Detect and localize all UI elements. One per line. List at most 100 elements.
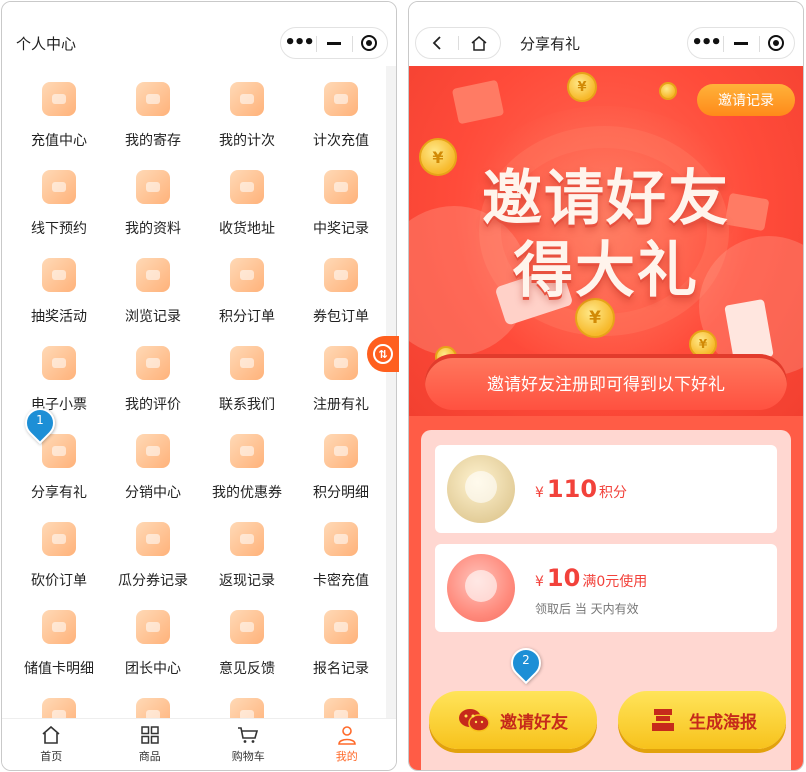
menu-item-label: 我的计次 — [219, 133, 275, 149]
menu-item[interactable]: 我的计次 — [200, 76, 294, 164]
menu-item[interactable]: 意见反馈 — [200, 604, 294, 692]
back-button[interactable] — [416, 28, 458, 58]
tab-label: 首页 — [40, 750, 63, 763]
menu-item[interactable]: 我的资料 — [106, 164, 200, 252]
scrollbar[interactable] — [386, 66, 396, 718]
menu-item-icon — [136, 434, 170, 468]
share-gift-screen: 分享有礼 ••• ¥ ¥ ¥ ¥ 邀请好友 得大礼 邀请记录 邀请好友注册即可得… — [408, 1, 804, 771]
minimize-button[interactable] — [316, 28, 351, 58]
tab-bar: 首页 商品 购物车 我的 — [2, 718, 396, 770]
menu-item-label: 意见反馈 — [219, 661, 275, 677]
menu-item[interactable]: 储值卡明细 — [12, 604, 106, 692]
menu-item-label: 团长中心 — [125, 661, 181, 677]
menu-item[interactable]: 我的寄存 — [106, 76, 200, 164]
menu-item[interactable]: 我的优惠券 — [200, 428, 294, 516]
generate-poster-label: 生成海报 — [689, 712, 757, 733]
menu-item-icon — [136, 170, 170, 204]
menu-item[interactable] — [106, 692, 200, 718]
menu-item[interactable]: 计次充值 — [294, 76, 388, 164]
menu-item[interactable]: 联系我们 — [200, 340, 294, 428]
menu-item-label: 卡密充值 — [313, 573, 369, 589]
more-dots-icon: ••• — [691, 32, 721, 53]
invite-friends-button[interactable]: 邀请好友 — [429, 691, 597, 749]
menu-item-icon — [230, 522, 264, 556]
menu-item[interactable]: 收货地址 — [200, 164, 294, 252]
menu-item-label: 我的优惠券 — [212, 485, 282, 501]
menu-item-icon — [136, 610, 170, 644]
menu-item-label: 计次充值 — [313, 133, 369, 149]
menu-item-label: 我的寄存 — [125, 133, 181, 149]
tab-mine[interactable]: 我的 — [298, 719, 397, 770]
tab-cart[interactable]: 购物车 — [199, 719, 298, 770]
menu-item[interactable] — [12, 692, 106, 718]
float-switch-button[interactable]: ⇅ — [367, 336, 399, 372]
page-title: 个人中心 — [16, 35, 77, 53]
close-miniprogram-button[interactable] — [758, 28, 794, 58]
coin-icon — [659, 82, 677, 100]
menu-item[interactable]: 返现记录 — [200, 516, 294, 604]
menu-scroll-area[interactable]: 充值中心 我的寄存 我的计次 计次充值线下预约 我的资料 收货地址 中奖记录抽奖活动 浏览记录… — [2, 66, 396, 718]
menu-item[interactable]: 线下预约 — [12, 164, 106, 252]
menu-item-label: 收货地址 — [219, 221, 275, 237]
menu-item-icon — [324, 698, 358, 718]
hero-title-line2: 得大礼 — [513, 236, 699, 306]
menu-item[interactable] — [294, 692, 388, 718]
target-icon — [361, 35, 378, 51]
menu-item[interactable]: 券包订单 — [294, 252, 388, 340]
reward-unit: 积分 — [599, 485, 628, 501]
minus-icon — [733, 41, 748, 45]
close-miniprogram-button[interactable] — [351, 28, 387, 58]
menu-item[interactable]: 抽奖活动 — [12, 252, 106, 340]
page-title: 分享有礼 — [520, 35, 581, 53]
marker-number: 2 — [522, 653, 530, 667]
menu-item-label: 注册有礼 — [313, 397, 369, 413]
more-button[interactable]: ••• — [281, 28, 316, 58]
navbar: 个人中心 ••• — [2, 2, 396, 66]
navbar: 分享有礼 ••• — [409, 2, 803, 66]
menu-item-label: 分享有礼 — [31, 485, 87, 501]
menu-item-icon — [136, 346, 170, 380]
invite-record-button[interactable]: 邀请记录 — [697, 84, 795, 116]
more-button[interactable]: ••• — [688, 28, 723, 58]
tab-label: 商品 — [138, 750, 161, 763]
reward-price: ¥ 110 积分 — [535, 475, 627, 503]
step-marker: 1 — [18, 401, 62, 446]
wechat-icon — [458, 707, 490, 733]
user-icon — [336, 725, 358, 745]
tab-products[interactable]: 商品 — [101, 719, 200, 770]
menu-item[interactable]: 充值中心 — [12, 76, 106, 164]
mini-program-capsule: ••• — [280, 27, 388, 59]
menu-item-icon — [42, 170, 76, 204]
minimize-button[interactable] — [723, 28, 758, 58]
invite-ribbon: 邀请好友注册即可得到以下好礼 — [425, 354, 787, 410]
tab-home[interactable]: 首页 — [2, 719, 101, 770]
home-button[interactable] — [459, 28, 501, 58]
menu-item[interactable]: 瓜分券记录 — [106, 516, 200, 604]
menu-item-icon — [42, 522, 76, 556]
menu-item[interactable] — [200, 692, 294, 718]
menu-item-label: 瓜分券记录 — [118, 573, 188, 589]
reward-card-coupon: ¥ 10 满0元使用 领取后 当 天内有效 — [435, 544, 777, 632]
menu-item-icon — [230, 346, 264, 380]
menu-item-icon — [42, 346, 76, 380]
menu-item-label: 分销中心 — [125, 485, 181, 501]
generate-poster-button[interactable]: 生成海报 — [618, 691, 786, 749]
menu-item-icon — [42, 82, 76, 116]
menu-item[interactable]: 报名记录 — [294, 604, 388, 692]
menu-item-icon — [324, 346, 358, 380]
menu-item[interactable]: 浏览记录 — [106, 252, 200, 340]
tab-label: 购物车 — [231, 750, 265, 763]
menu-item-icon — [136, 82, 170, 116]
switch-arrows-icon: ⇅ — [373, 344, 393, 364]
menu-item-icon — [230, 610, 264, 644]
menu-item[interactable]: 我的评价 — [106, 340, 200, 428]
menu-item[interactable]: 分销中心 — [106, 428, 200, 516]
menu-item[interactable]: 积分明细 — [294, 428, 388, 516]
menu-item[interactable]: 积分订单 — [200, 252, 294, 340]
menu-item[interactable]: 砍价订单 — [12, 516, 106, 604]
menu-item[interactable]: 中奖记录 — [294, 164, 388, 252]
menu-item[interactable]: 卡密充值 — [294, 516, 388, 604]
menu-item-label: 联系我们 — [219, 397, 275, 413]
menu-item[interactable]: 团长中心 — [106, 604, 200, 692]
yen-symbol: ¥ — [535, 485, 544, 501]
